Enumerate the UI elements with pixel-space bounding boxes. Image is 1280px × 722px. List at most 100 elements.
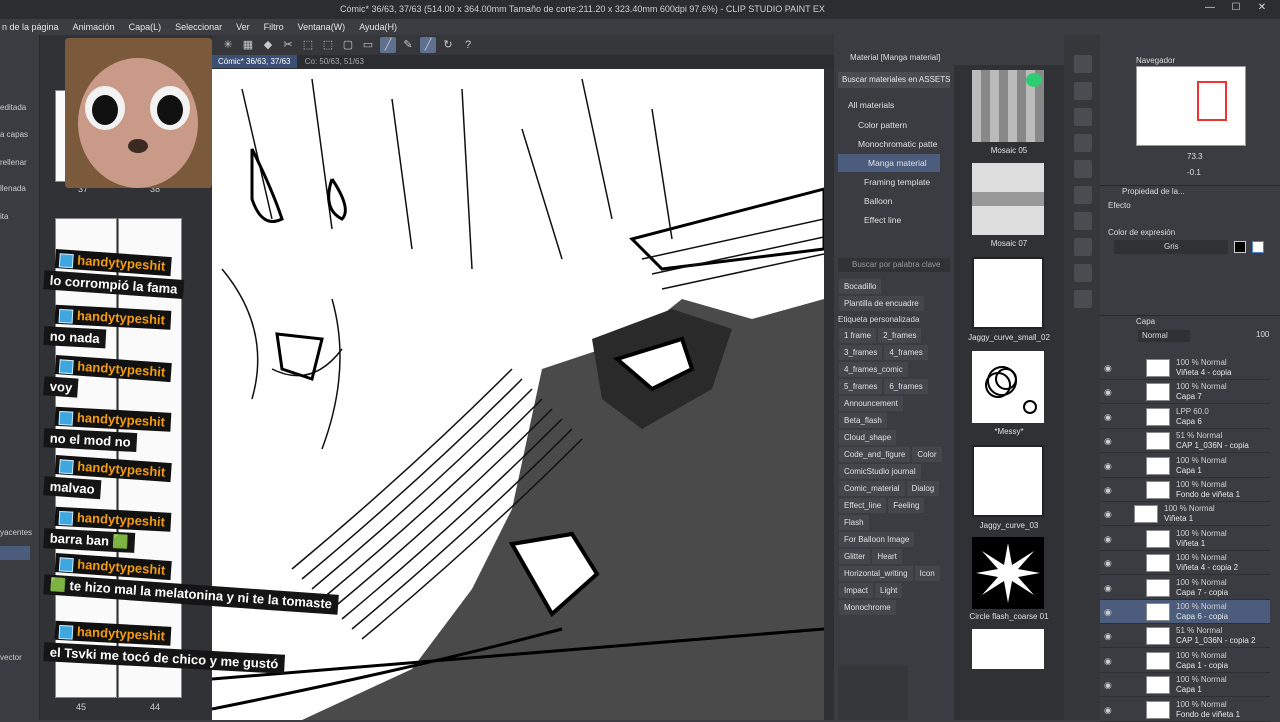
tag-item[interactable]: Cloud_shape <box>839 430 897 445</box>
menu-animation[interactable]: Animación <box>73 22 115 32</box>
left-item[interactable]: rellenar <box>0 158 40 167</box>
layer-row[interactable]: ◉ 100 % Normal Fondo de viñeta 1 <box>1100 478 1270 502</box>
layer-row[interactable]: ◉ 100 % Normal Viñeta 4 - copia 2 <box>1100 551 1270 576</box>
opacity-value[interactable]: 100 <box>1256 330 1269 339</box>
tag-item[interactable]: Impact <box>839 583 874 598</box>
left-item[interactable]: llenada <box>0 184 40 193</box>
material-thumb-next[interactable] <box>972 629 1044 669</box>
tag-item[interactable]: For Balloon Image <box>839 532 915 547</box>
blend-mode-select[interactable]: Normal <box>1138 330 1190 342</box>
menu-page[interactable]: n de la página <box>2 22 59 32</box>
tag-item[interactable]: Bocadillo <box>839 279 882 294</box>
rotate-icon[interactable]: ↻ <box>440 37 456 53</box>
eye-icon[interactable]: ◉ <box>1104 631 1112 642</box>
left-item[interactable]: ita <box>0 212 40 221</box>
black-swatch[interactable] <box>1234 241 1246 253</box>
tag-item[interactable]: 1 frame <box>839 328 877 343</box>
navigator-preview[interactable] <box>1136 66 1246 146</box>
eye-icon[interactable]: ◉ <box>1104 705 1112 716</box>
material-thumb-circle-flash[interactable] <box>972 537 1044 609</box>
snap-icon[interactable]: ╱ <box>420 37 436 53</box>
tag-item[interactable]: Heart <box>872 549 902 564</box>
canvas-scrollbar[interactable] <box>824 69 834 720</box>
transform-icon[interactable]: ⬚ <box>300 37 316 53</box>
left-item[interactable]: editada <box>0 103 40 112</box>
tab-inactive[interactable]: Co: 50/63, 51/63 <box>299 55 370 68</box>
frame-icon[interactable]: ▢ <box>340 37 356 53</box>
tag-item[interactable]: 2_frames <box>878 328 922 343</box>
panel-toggle-icon[interactable] <box>1074 264 1092 282</box>
tag-item[interactable]: Light <box>875 583 903 598</box>
panel-toggle-icon[interactable] <box>1074 55 1092 73</box>
menu-help[interactable]: Ayuda(H) <box>359 22 397 32</box>
tag-item[interactable]: ComicStudio journal <box>839 464 921 479</box>
tag-item[interactable]: Plantilla de encuadre <box>839 296 924 311</box>
menu-filter[interactable]: Filtro <box>264 22 284 32</box>
material-thumb-messy[interactable] <box>972 351 1044 423</box>
eye-icon[interactable]: ◉ <box>1104 436 1112 447</box>
tag-item[interactable]: Beta_flash <box>839 413 887 428</box>
cloud-download-icon[interactable] <box>1026 73 1042 87</box>
menu-layer[interactable]: Capa(L) <box>129 22 162 32</box>
layer-row[interactable]: ◉ 100 % Normal Fondo de viñeta 1 <box>1100 698 1270 722</box>
keyword-search-input[interactable]: Buscar por palabra clave <box>838 258 950 272</box>
navigator-viewport[interactable] <box>1197 81 1227 121</box>
eye-icon[interactable]: ◉ <box>1104 558 1112 569</box>
layer-row[interactable]: ◉ 100 % Normal Capa 7 - copia <box>1100 576 1270 600</box>
fill-icon[interactable]: ◆ <box>260 37 276 53</box>
close-icon[interactable]: ✕ <box>1252 2 1272 16</box>
eye-icon[interactable]: ◉ <box>1104 656 1112 667</box>
cut-icon[interactable]: ✂ <box>280 37 296 53</box>
tag-item[interactable]: Code_and_figure <box>839 447 911 462</box>
eye-icon[interactable]: ◉ <box>1104 534 1112 545</box>
layer-row[interactable]: ◉ 100 % Normal Viñeta 1 <box>1100 527 1270 551</box>
tag-item[interactable]: Flash <box>839 515 869 530</box>
color-expression-select[interactable]: Gris <box>1114 240 1228 254</box>
layer-row[interactable]: ◉ 100 % Normal Capa 1 <box>1100 454 1270 478</box>
panel-toggle-icon[interactable] <box>1074 212 1092 230</box>
eye-icon[interactable]: ◉ <box>1104 680 1112 691</box>
menu-window[interactable]: Ventana(W) <box>298 22 346 32</box>
crop-icon[interactable]: ⬚ <box>320 37 336 53</box>
layer-row[interactable]: ◉ 51 % Normal CAP 1_036N - copia <box>1100 429 1270 454</box>
panel-toggle-icon[interactable] <box>1074 238 1092 256</box>
panel-toggle-icon[interactable] <box>1074 186 1092 204</box>
material-thumb-jaggy-small[interactable] <box>972 257 1044 329</box>
material-thumb-mosaic07[interactable] <box>972 163 1044 235</box>
menu-view[interactable]: Ver <box>236 22 250 32</box>
layer-row[interactable]: ◉ 100 % Normal Capa 6 - copia <box>1100 600 1270 624</box>
tag-item[interactable]: Comic_material <box>839 481 905 496</box>
eye-icon[interactable]: ◉ <box>1104 607 1112 618</box>
drawing-canvas[interactable] <box>212 69 824 720</box>
layer-row[interactable]: ◉ 100 % Normal Capa 1 <box>1100 673 1270 698</box>
tag-item[interactable]: 3_frames <box>839 345 883 360</box>
left-item[interactable]: yacentes <box>0 528 40 537</box>
layer-icon[interactable]: ▭ <box>360 37 376 53</box>
panel-toggle-icon[interactable] <box>1074 134 1092 152</box>
zoom-value[interactable]: 73.3 <box>1187 152 1203 161</box>
tag-item[interactable]: 4_frames_comic <box>839 362 908 377</box>
layer-row[interactable]: ◉ 100 % Normal Capa 1 - copia <box>1100 649 1270 673</box>
tag-item[interactable]: Feeling <box>888 498 925 513</box>
tree-all-materials[interactable]: All materials <box>848 96 960 114</box>
tab-active[interactable]: Cómic* 36/63, 37/63 <box>212 55 297 68</box>
pattern-icon[interactable]: ✳ <box>220 37 236 53</box>
tag-item[interactable]: Horizontal_writing <box>839 566 913 581</box>
minimize-icon[interactable]: — <box>1200 2 1220 16</box>
pen-icon[interactable]: ✎ <box>400 37 416 53</box>
eye-icon[interactable]: ◉ <box>1104 412 1112 423</box>
tag-item[interactable]: Icon <box>914 566 940 581</box>
left-selected-swatch[interactable] <box>0 546 30 560</box>
maximize-icon[interactable]: ☐ <box>1226 2 1246 16</box>
left-item[interactable]: a capas <box>0 130 40 139</box>
grid-icon[interactable]: ▦ <box>240 37 256 53</box>
tag-item[interactable]: 5_frames <box>839 379 883 394</box>
material-thumb-jaggy-curve[interactable] <box>972 445 1044 517</box>
assets-search-button[interactable]: Buscar materiales en ASSETS <box>838 72 950 88</box>
eye-icon[interactable]: ◉ <box>1104 363 1112 374</box>
layer-row[interactable]: ◉ LPP 60.0 Capa 6 <box>1100 405 1270 429</box>
layer-row[interactable]: ◉ 100 % Normal Capa 7 <box>1100 380 1270 405</box>
layer-row[interactable]: ◉ 100 % Normal Viñeta 1 <box>1100 502 1270 527</box>
eye-icon[interactable]: ◉ <box>1104 485 1112 496</box>
tag-item[interactable]: Announcement <box>839 396 903 411</box>
